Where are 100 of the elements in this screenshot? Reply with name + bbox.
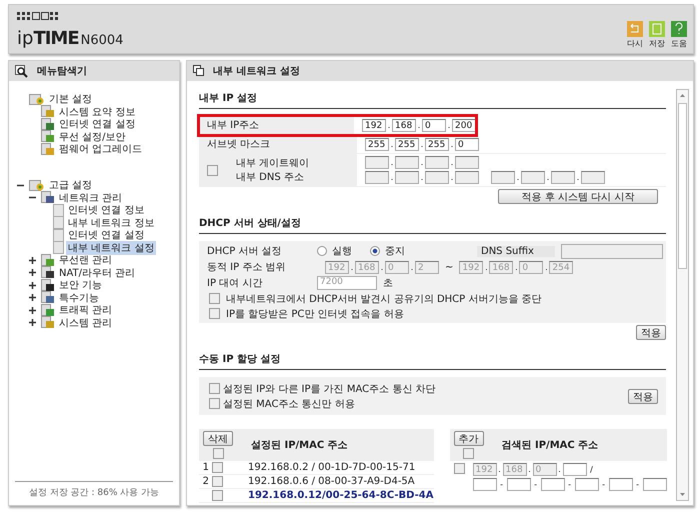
octet-field[interactable] [425,171,449,184]
section-title: DHCP 서버 상태/설정 [199,216,666,234]
folder-icon [29,178,45,192]
add-button[interactable]: 추가 [454,431,484,446]
collapse-icon[interactable] [29,194,36,201]
storage-note: 설정 저장 공간 : 86% 사용 가능 [15,481,173,505]
octet-field[interactable]: 192 [362,118,386,132]
octet-field[interactable] [365,156,389,169]
ip-mac-entry[interactable]: 192.168.0.6 / 08-00-37-A9-D4-5A [248,476,415,487]
octet-field[interactable] [365,171,389,184]
octet-field[interactable] [395,156,419,169]
action-label[interactable]: 저장 [649,38,665,49]
expand-icon[interactable] [29,282,36,288]
menu-item[interactable]: 무선 설정/보안 [57,130,128,144]
unit-label: 초 [383,277,393,290]
checkbox[interactable] [454,463,465,474]
page-badge-icon [41,266,55,279]
menu-item[interactable]: 네트워크 관리 [57,190,124,204]
octet-field[interactable]: 0 [455,138,479,150]
menu-item[interactable]: 특수기능 [57,290,101,304]
octet-field[interactable] [581,171,605,184]
octet-separator: . [546,173,550,182]
mac-field[interactable] [540,478,565,491]
octet-field[interactable] [491,171,515,184]
expand-icon[interactable] [29,319,36,326]
menu-item[interactable]: 인터넷 연결 정보 [66,203,146,217]
octet-field[interactable]: 200 [452,118,476,132]
page-icon [53,216,64,229]
octet-field[interactable]: 255 [395,138,419,150]
mac-separator: - [533,480,538,489]
field-label: DNS Suffix [477,246,555,256]
expand-icon[interactable] [29,306,36,314]
mac-field[interactable] [506,478,531,491]
octet-separator: . [516,173,520,182]
mac-field[interactable] [574,478,599,491]
select-all-checkbox[interactable] [212,448,224,459]
select-all-checkbox[interactable] [463,448,474,459]
octet-separator: . [450,158,454,167]
menu-item[interactable]: NAT/라우터 관리 [57,266,138,280]
undo-icon[interactable] [627,21,643,37]
mac-separator: - [601,480,606,489]
menu-item[interactable]: 트래픽 관리 [57,303,114,317]
section-title: 내부 IP 설정 [199,91,666,109]
octet-separator: . [386,120,392,130]
octet-field[interactable] [551,171,575,184]
expand-icon[interactable] [29,269,36,276]
menu-item[interactable]: 기본 설정 [47,92,94,106]
menu-item[interactable]: 펌웨어 업그레이드 [57,142,144,156]
page-badge-icon [41,142,55,156]
field-label: 내부 IP주소 [199,116,354,134]
checkbox[interactable] [212,476,223,487]
octet-field[interactable] [425,156,449,169]
checkbox[interactable] [212,462,223,473]
octet-separator: . [420,140,424,148]
mac-field[interactable] [642,478,667,491]
model-name: N6004 [80,33,124,48]
ip-mac-entry[interactable]: 192.168.0.12/00-25-64-8C-BD-4A [248,490,434,501]
octet-field[interactable] [455,171,479,184]
octet-separator: . [497,465,502,474]
menu-item[interactable]: 인터넷 연결 설정 [57,117,138,131]
page-icon [53,228,64,242]
octet-field[interactable] [395,171,419,184]
octet-field[interactable]: 168 [392,118,416,132]
checkbox[interactable] [207,164,218,176]
mac-field[interactable] [608,478,633,491]
expand-icon[interactable] [29,294,36,301]
mac-field[interactable] [472,478,497,491]
octet-field[interactable]: 255 [425,138,449,150]
menu-item[interactable]: 시스템 관리 [57,316,114,330]
octet-field[interactable]: 255 [365,138,389,150]
octet-field[interactable] [562,463,587,476]
checkbox[interactable] [209,383,220,394]
field-label: DHCP 서버 설정 [207,245,283,258]
panel-title: 메뉴탐색기 [37,65,87,78]
delete-button[interactable]: 삭제 [203,431,233,446]
apply-restart-button[interactable]: 적용 후 시스템 다시 시작 [498,189,658,204]
octet-separator: . [350,262,354,272]
folder-icon [29,92,45,106]
help-icon[interactable] [671,21,687,37]
action-label[interactable]: 도움 [671,38,687,49]
octet-separator: . [390,158,394,167]
checkbox[interactable] [212,490,223,501]
action-label[interactable]: 다시 [627,38,643,49]
menu-item[interactable]: 내부 네트워크 설정 [66,240,156,254]
menu-item[interactable]: 시스템 요약 정보 [57,104,138,118]
checkbox[interactable] [209,398,220,409]
apply-button[interactable]: 적용 [628,388,658,404]
ip-mac-entry[interactable]: 192.168.0.2 / 00-1D-7D-00-15-71 [248,462,416,473]
menu-item[interactable]: 고급 설정 [47,178,94,192]
octet-field[interactable] [521,171,545,184]
menu-item[interactable]: 인터넷 연결 설정 [66,228,146,242]
scrollbar[interactable] [676,89,689,501]
menu-item[interactable]: 내부 네트워크 정보 [66,216,156,230]
menu-item[interactable]: 보안 기능 [57,278,104,292]
mac-separator: - [635,480,640,489]
octet-field[interactable]: 0 [422,118,446,132]
octet-separator: . [450,140,454,148]
menu-item[interactable]: 무선랜 관리 [57,253,114,267]
expand-icon[interactable] [29,256,36,264]
octet-field[interactable] [455,156,479,169]
